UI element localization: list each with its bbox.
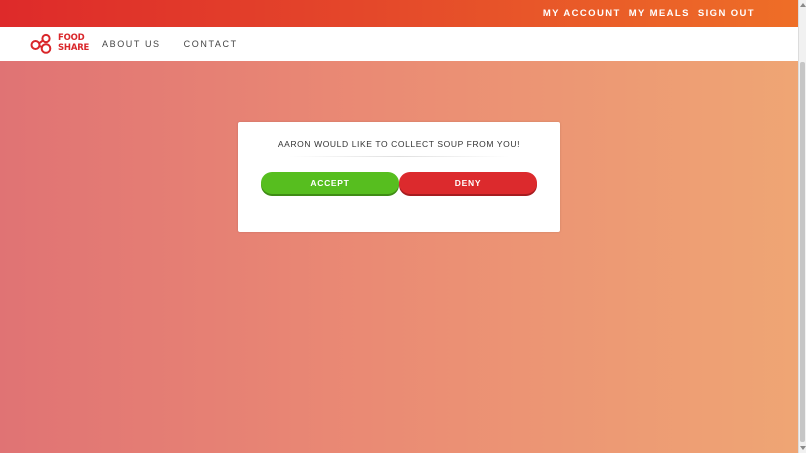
request-message: AARON WOULD LIKE TO COLLECT SOUP FROM YO… bbox=[277, 139, 521, 149]
collection-request-dialog: AARON WOULD LIKE TO COLLECT SOUP FROM YO… bbox=[238, 122, 560, 232]
my-meals-link[interactable]: MY MEALS bbox=[629, 8, 690, 19]
sign-out-link[interactable]: SIGN OUT bbox=[698, 8, 755, 19]
scroll-up-icon[interactable] bbox=[800, 3, 806, 7]
nav-contact[interactable]: CONTACT bbox=[184, 39, 238, 49]
top-bar: MY ACCOUNT MY MEALS SIGN OUT bbox=[0, 0, 798, 27]
my-account-link[interactable]: MY ACCOUNT bbox=[543, 8, 621, 19]
logo-word-share: SHARE bbox=[58, 42, 90, 53]
page: MY ACCOUNT MY MEALS SIGN OUT FOOD SHARE … bbox=[0, 0, 806, 453]
scroll-down-icon[interactable] bbox=[800, 446, 806, 450]
logo-wordmark: FOOD SHARE bbox=[58, 33, 90, 53]
main-nav: ABOUT US CONTACT bbox=[102, 27, 238, 61]
nav-bar: FOOD SHARE ABOUT US CONTACT bbox=[0, 27, 798, 61]
linked-circles-icon bbox=[30, 33, 52, 54]
vertical-scrollbar[interactable] bbox=[798, 0, 806, 453]
food-share-logo[interactable]: FOOD SHARE bbox=[30, 33, 90, 55]
scroll-thumb[interactable] bbox=[800, 62, 805, 442]
account-links: MY ACCOUNT MY MEALS SIGN OUT bbox=[543, 0, 755, 27]
nav-about-us[interactable]: ABOUT US bbox=[102, 39, 161, 49]
deny-button[interactable]: DENY bbox=[399, 172, 537, 194]
message-divider bbox=[288, 156, 510, 157]
accept-button[interactable]: ACCEPT bbox=[261, 172, 399, 194]
